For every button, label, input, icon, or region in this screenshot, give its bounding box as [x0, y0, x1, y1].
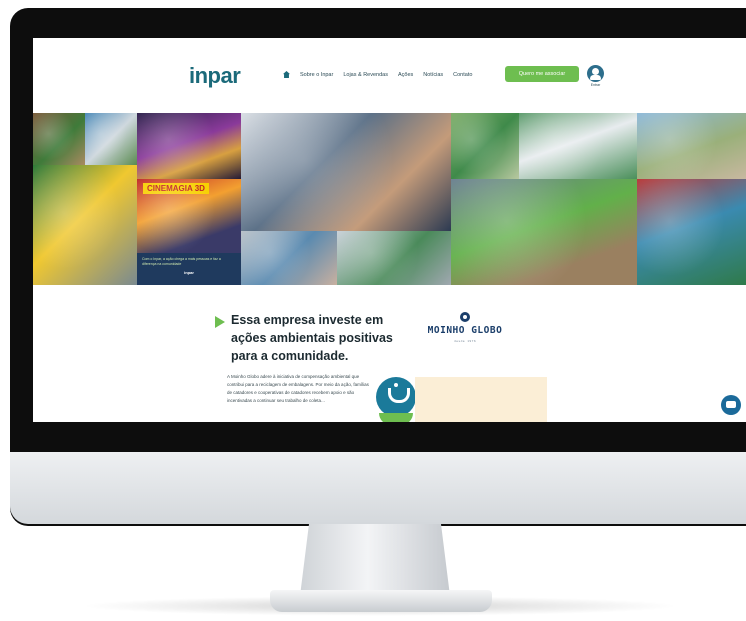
chat-icon[interactable]: [721, 395, 741, 415]
partner-panel: [415, 377, 547, 422]
partner-sub: desde 1976: [453, 339, 477, 343]
collage-photo-outdoor-group: [451, 113, 519, 179]
nav-item-sobre[interactable]: Sobre o Inpar: [300, 72, 333, 78]
website-screen: inpar Sobre o Inpar Lojas & Revendas Açõ…: [33, 38, 746, 422]
collage-caption-panel: Com o Inpar, a ação chega a mais pessoas…: [137, 253, 241, 285]
collage-photo-workers: [337, 231, 451, 285]
collage-photo-cinema: CINEMAGIA 3D: [137, 179, 241, 253]
collage-photo-field: [637, 113, 746, 179]
user-label[interactable]: Entrar: [587, 83, 604, 87]
partner-logo: MOINHO GLOBO desde 1976: [415, 310, 515, 360]
collage-photo-stage: [137, 113, 241, 179]
collage-photo-children: [241, 113, 451, 231]
cinema-label: CINEMAGIA 3D: [143, 183, 209, 194]
caption-logo: inpar: [184, 270, 194, 276]
collage-photo-kitchen: [33, 113, 85, 165]
monitor-stand-base: [270, 590, 492, 612]
home-icon[interactable]: [283, 71, 290, 78]
main-nav: Sobre o Inpar Lojas & Revendas Ações Not…: [283, 71, 472, 78]
monitor-stand-neck: [300, 524, 450, 596]
nav-item-noticias[interactable]: Notícias: [423, 72, 443, 78]
collage-photo-green-team: [451, 179, 637, 285]
play-icon: [215, 316, 225, 328]
nav-item-contato[interactable]: Contato: [453, 72, 472, 78]
collage-photo-warehouse-team: [519, 113, 637, 179]
badge-icon: [376, 377, 416, 417]
collage-caption-text: Com o Inpar, a ação chega a mais pessoas…: [142, 257, 221, 266]
collage-photo-truck: [637, 179, 746, 285]
section-headline: Essa empresa investe em ações ambientais…: [231, 313, 393, 363]
partner-name: MOINHO GLOBO: [427, 325, 503, 336]
nav-item-acoes[interactable]: Ações: [398, 72, 413, 78]
user-icon[interactable]: [587, 65, 604, 82]
associate-button[interactable]: Quero me associar: [505, 66, 579, 82]
monitor-chin: [10, 452, 746, 524]
inpar-logo[interactable]: inpar: [189, 63, 241, 89]
section-body: A Moinho Globo adere à iniciativa de com…: [227, 374, 369, 403]
photo-collage: CINEMAGIA 3D Com o Inpar, a ação chega a…: [33, 113, 746, 285]
content-section: Essa empresa investe em ações ambientais…: [33, 285, 746, 422]
collage-photo-meeting: [241, 231, 337, 285]
collage-photo-banner: [85, 113, 137, 165]
site-header: inpar Sobre o Inpar Lojas & Revendas Açõ…: [33, 38, 746, 112]
collage-photo-recycling-machine: [33, 165, 137, 285]
nav-item-lojas[interactable]: Lojas & Revendas: [343, 72, 388, 78]
moinho-icon: [460, 312, 470, 322]
badge-arc: [379, 413, 413, 422]
